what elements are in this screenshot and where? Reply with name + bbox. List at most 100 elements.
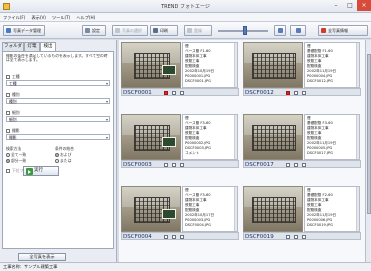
photo-card[interactable]: 煙ベース管 F3-60 建物本体工事 鉄筋工事 配筋検査 2002年10月17日 P000…	[121, 186, 241, 240]
photo-label: DSCF0001	[121, 88, 239, 96]
edit-mark-icon[interactable]	[180, 90, 184, 95]
search-form: 撮影の条件を満足しているものを表示します。すべて空の時は全て表示します。 工種 …	[2, 51, 114, 249]
photo-label: DSCF0017	[243, 160, 361, 168]
radio-all-match-dot[interactable]	[6, 153, 10, 157]
photo-thumbnail[interactable]	[243, 114, 303, 160]
photo-card[interactable]: 煙ベース管 F1-60 建物本体工事 鉄筋工事 配筋検査 2002年10月19日 P000…	[121, 42, 241, 96]
photo-thumbnail[interactable]	[243, 186, 303, 232]
condition-3-checkbox[interactable]	[6, 111, 10, 115]
radio-part-match-dot[interactable]	[6, 159, 10, 163]
photo-card[interactable]: 煙基礎配筋 F1-60 建物本体工事 鉄筋工事 配筋検査 2002年11月19日 P000…	[243, 42, 363, 96]
menu-help[interactable]: ヘルプ(H)	[73, 13, 98, 21]
photo-info: 煙基礎配筋 F2-60 建物本体工事 鉄筋工事 配筋検査 2002年11月19日 P000…	[304, 186, 360, 232]
condition-3-select[interactable]: 細別	[6, 116, 110, 122]
photo-card[interactable]: 煙ベース管 F3-60 建物本体工事 鉄筋工事 配筋検査 P0000002.JPG DSC…	[121, 114, 241, 168]
photo-name: DSCF0001	[123, 89, 152, 96]
photo-label: DSCF0004	[121, 232, 239, 240]
minimize-button[interactable]: –	[329, 0, 343, 11]
photo-info: 煙基礎配筋 F1-60 建物本体工事 鉄筋工事 配筋検査 2002年11月19日 P000…	[304, 42, 360, 88]
gear-icon	[85, 28, 90, 33]
close-button[interactable]: ×	[357, 0, 371, 11]
search-hint: 撮影の条件を満足しているものを表示します。すべて空の時は全て表示します。	[6, 54, 108, 63]
menu-bar: ファイル(F) 表示(V) ツール(T) ヘルプ(H)	[0, 13, 371, 22]
radio-or[interactable]: または	[55, 158, 71, 164]
info-mark-icon[interactable]	[294, 90, 298, 95]
photo-card[interactable]: 煙基礎配筋 F3-60 建物本体工事 鉄筋工事 配筋検査 2002年11月19日 P000…	[243, 114, 363, 168]
edit-mark-icon[interactable]	[180, 234, 184, 239]
flag-icon[interactable]	[286, 90, 290, 95]
edit-mark-icon[interactable]	[302, 90, 306, 95]
flag-icon[interactable]	[164, 90, 168, 95]
edit-mark-icon[interactable]	[302, 234, 306, 239]
status-bar: 工事名称：サンプル建築工事	[0, 262, 371, 271]
flag-icon[interactable]	[164, 162, 168, 167]
photo-card[interactable]: 煙基礎配筋 F2-60 建物本体工事 鉄筋工事 配筋検査 2002年11月19日 P000…	[243, 186, 363, 240]
flag-icon[interactable]	[164, 234, 168, 239]
info-scrollbar[interactable]	[234, 43, 237, 87]
photo-name: DSCF0019	[245, 233, 274, 240]
info-scrollbar[interactable]	[356, 43, 359, 87]
info-icon	[321, 28, 326, 33]
subfolder-checkbox[interactable]	[6, 169, 10, 173]
radio-or-dot[interactable]	[55, 159, 59, 163]
tab-folder[interactable]: フォルダ	[2, 42, 24, 51]
edit-mark-icon[interactable]	[180, 162, 184, 167]
show-all-button[interactable]: 全写真を表示	[18, 253, 66, 261]
photo-info: 煙ベース管 F1-60 建物本体工事 鉄筋工事 配筋検査 2002年10月19日 P000…	[182, 42, 238, 88]
condition-1-checkbox[interactable]	[6, 75, 10, 79]
printer-icon	[153, 28, 158, 33]
photo-thumbnail[interactable]	[243, 42, 303, 88]
info-mark-icon[interactable]	[172, 90, 176, 95]
photo-info: 煙基礎配筋 F3-60 建物本体工事 鉄筋工事 配筋検査 2002年11月19日 P000…	[304, 114, 360, 160]
maximize-button[interactable]: □	[343, 0, 357, 11]
radio-and-dot[interactable]	[55, 153, 59, 157]
arrow-right-icon	[296, 28, 301, 33]
zoom-slider-thumb[interactable]	[243, 26, 247, 35]
info-scrollbar[interactable]	[234, 115, 237, 159]
info-scrollbar[interactable]	[234, 187, 237, 231]
radio-part-match[interactable]: 部分一致	[6, 158, 26, 164]
arrow-left-icon	[278, 28, 283, 33]
photo-name: DSCF0017	[245, 161, 274, 168]
grid-scrollbar-thumb[interactable]	[367, 54, 371, 214]
menu-file[interactable]: ファイル(F)	[0, 13, 28, 21]
info-mark-icon[interactable]	[172, 162, 176, 167]
info-mark-icon[interactable]	[294, 162, 298, 167]
register-button[interactable]: 登録	[184, 25, 212, 36]
menu-view[interactable]: 表示(V)	[28, 13, 49, 21]
photo-info: 煙ベース管 F3-60 建物本体工事 鉄筋工事 配筋検査 P0000002.JPG DSC…	[182, 114, 238, 160]
photo-thumbnail[interactable]	[121, 186, 181, 232]
photo-label: DSCF0003	[121, 160, 239, 168]
prev-button[interactable]	[274, 25, 286, 36]
tab-tree[interactable]: 灯篭	[24, 42, 40, 51]
photo-name: DSCF0003	[123, 161, 152, 168]
next-button[interactable]	[290, 25, 306, 36]
select-button[interactable]: 写真の選択	[112, 25, 148, 36]
photo-thumbnail[interactable]	[121, 42, 181, 88]
photo-data-button[interactable]: 写真データ管理	[3, 25, 45, 36]
info-mark-icon[interactable]	[172, 234, 176, 239]
window-title: TREND フォトエージ	[161, 4, 210, 10]
condition-4-checkbox[interactable]	[6, 129, 10, 133]
info-scrollbar[interactable]	[356, 187, 359, 231]
info-scrollbar[interactable]	[356, 115, 359, 159]
photo-icon	[6, 28, 11, 33]
photo-info: 煙ベース管 F3-60 建物本体工事 鉄筋工事 配筋検査 2002年10月17日 P000…	[182, 186, 238, 232]
grid-scrollbar[interactable]	[365, 40, 371, 262]
all-photo-info-button[interactable]: 全写真情報	[318, 25, 368, 36]
photo-thumbnail[interactable]	[121, 114, 181, 160]
flag-icon[interactable]	[286, 162, 290, 167]
condition-2-checkbox[interactable]	[6, 93, 10, 97]
condition-1-select[interactable]: 工種	[6, 80, 110, 86]
condition-2-select[interactable]: 種別	[6, 98, 110, 104]
edit-mark-icon[interactable]	[302, 162, 306, 167]
print-button[interactable]: 印刷	[150, 25, 178, 36]
photo-name: DSCF0004	[123, 233, 152, 240]
info-mark-icon[interactable]	[294, 234, 298, 239]
run-search-button[interactable]: 実行	[23, 166, 59, 176]
flag-icon[interactable]	[286, 234, 290, 239]
menu-tools[interactable]: ツール(T)	[49, 13, 73, 21]
condition-4-select[interactable]: 撮影	[6, 134, 110, 140]
search-panel: フォルダ 灯篭 検出 撮影の条件を満足しているものを表示します。すべて空の時は全…	[0, 40, 117, 262]
settings-button[interactable]: 設定	[82, 25, 106, 36]
